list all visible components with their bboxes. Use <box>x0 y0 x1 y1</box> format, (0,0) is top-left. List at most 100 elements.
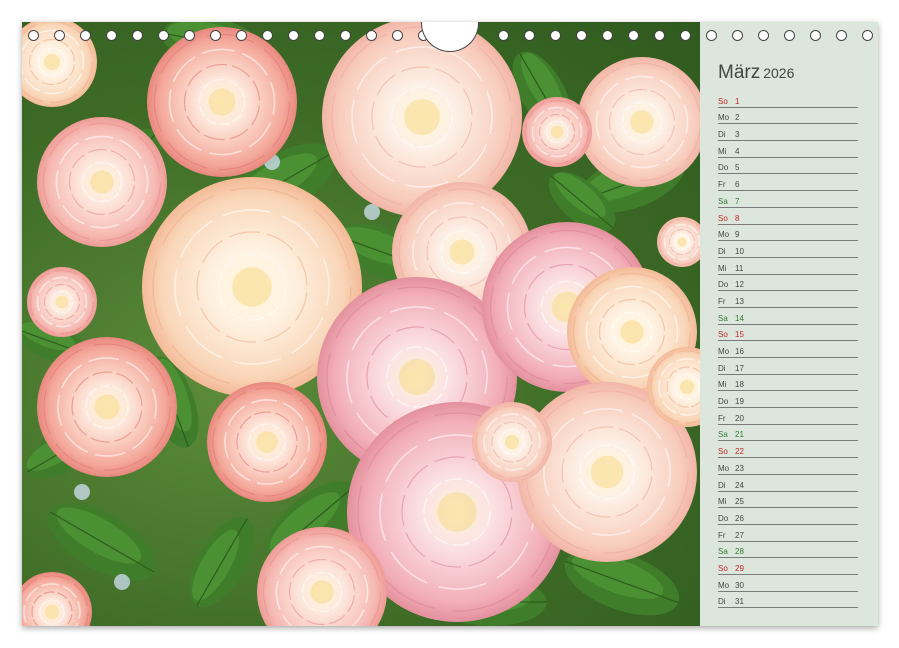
day-number: 30 <box>735 580 744 590</box>
binding-hole <box>550 30 561 41</box>
weekday-label: Fr <box>718 180 726 190</box>
weekday-label: So <box>718 447 728 457</box>
day-number: 26 <box>735 513 744 523</box>
day-number: 6 <box>735 180 740 190</box>
calendar-panel: März 2026 So 1 Mo 2 Di 3 Mi 4 Do 5 Fr 6 Sa 7 So 8 Mo 9 Di 10… <box>700 22 878 626</box>
day-row: Mo 2 <box>718 108 858 125</box>
weekday-label: Di <box>718 597 726 607</box>
day-number: 22 <box>735 447 744 457</box>
day-row: Mi 11 <box>718 258 858 275</box>
day-number: 5 <box>735 163 740 173</box>
day-number: 10 <box>735 246 744 256</box>
day-number: 12 <box>735 280 744 290</box>
day-row: Do 12 <box>718 275 858 292</box>
weekday-label: Do <box>718 163 729 173</box>
day-row: So 1 <box>718 91 858 108</box>
binding-hole <box>54 30 65 41</box>
day-row: Di 3 <box>718 124 858 142</box>
day-row: Sa 28 <box>718 542 858 559</box>
year: 2026 <box>763 65 795 81</box>
day-number: 15 <box>735 330 744 340</box>
day-row: Fr 13 <box>718 291 858 308</box>
binding-hole <box>784 30 795 41</box>
day-row: Mo 16 <box>718 341 858 358</box>
binding-hole <box>184 30 195 41</box>
weekday-label: Mi <box>718 146 727 156</box>
day-number: 29 <box>735 563 744 573</box>
weekday-label: Sa <box>718 430 728 440</box>
day-row: Mo 9 <box>718 225 858 242</box>
day-number: 1 <box>735 96 740 106</box>
binding-hole <box>810 30 821 41</box>
weekday-label: Mi <box>718 263 727 273</box>
weekday-label: So <box>718 563 728 573</box>
binding-hole <box>524 30 535 41</box>
weekday-label: Mo <box>718 347 730 356</box>
binding-hole <box>706 30 717 41</box>
weekday-label: Mo <box>718 113 730 123</box>
day-row: Mi 25 <box>718 492 858 509</box>
day-row: So 8 <box>718 208 858 225</box>
day-row: Di 31 <box>718 592 858 609</box>
day-number: 16 <box>735 347 744 356</box>
day-row: Fr 27 <box>718 525 858 542</box>
binding-hole <box>392 30 403 41</box>
day-number: 21 <box>735 430 744 440</box>
day-row: So 29 <box>718 558 858 575</box>
binding-hole <box>836 30 847 41</box>
day-number: 9 <box>735 230 740 240</box>
weekday-label: Di <box>718 480 726 490</box>
weekday-label: Fr <box>718 296 726 306</box>
day-row: Fr 6 <box>718 174 858 192</box>
day-number: 2 <box>735 113 740 123</box>
day-row: Do 26 <box>718 508 858 525</box>
weekday-label: Do <box>718 513 729 523</box>
binding-hole <box>366 30 377 41</box>
day-row: Mi 18 <box>718 375 858 392</box>
weekday-label: Sa <box>718 313 728 323</box>
rose-photo-illustration <box>22 22 700 626</box>
binding-hole <box>132 30 143 41</box>
weekday-label: Di <box>718 246 726 256</box>
binding-hole <box>758 30 769 41</box>
day-row: Di 17 <box>718 358 858 375</box>
day-number: 7 <box>735 196 740 206</box>
weekday-label: Mo <box>718 230 730 240</box>
binding-hole <box>236 30 247 41</box>
weekday-label: Di <box>718 363 726 373</box>
calendar-page: März 2026 So 1 Mo 2 Di 3 Mi 4 Do 5 Fr 6 Sa 7 So 8 Mo 9 Di 10… <box>22 22 878 626</box>
day-number: 20 <box>735 413 744 423</box>
day-row: Do 19 <box>718 391 858 409</box>
weekday-label: Sa <box>718 547 728 557</box>
day-row: Mo 30 <box>718 575 858 592</box>
binding-hole <box>732 30 743 41</box>
binding-hole <box>576 30 587 41</box>
weekday-label: Sa <box>718 196 728 206</box>
binding-hole <box>314 30 325 41</box>
weekday-label: Mi <box>718 497 727 507</box>
day-row: Di 10 <box>718 241 858 258</box>
weekday-label: Di <box>718 130 726 140</box>
month-title: März 2026 <box>718 62 794 84</box>
binding-hole <box>628 30 639 41</box>
binding-hole <box>28 30 39 41</box>
weekday-label: Do <box>718 280 729 290</box>
day-number: 31 <box>735 597 744 607</box>
day-list: So 1 Mo 2 Di 3 Mi 4 Do 5 Fr 6 Sa 7 So 8 Mo 9 Di 10 Mi 11 Do 12 F… <box>718 91 858 609</box>
day-row: Sa 7 <box>718 191 858 208</box>
binding-hole <box>106 30 117 41</box>
day-row: Do 5 <box>718 158 858 175</box>
day-number: 13 <box>735 296 744 306</box>
binding-hole <box>498 30 509 41</box>
day-number: 23 <box>735 463 744 473</box>
weekday-label: Mo <box>718 463 730 473</box>
weekday-label: Fr <box>718 530 726 540</box>
weekday-label: Do <box>718 397 729 407</box>
binding-hole <box>654 30 665 41</box>
weekday-label: Mi <box>718 380 727 390</box>
rose-photo <box>22 22 700 626</box>
binding-hole <box>210 30 221 41</box>
binding-hole <box>340 30 351 41</box>
month-name: März <box>718 62 761 83</box>
day-number: 11 <box>735 263 744 273</box>
